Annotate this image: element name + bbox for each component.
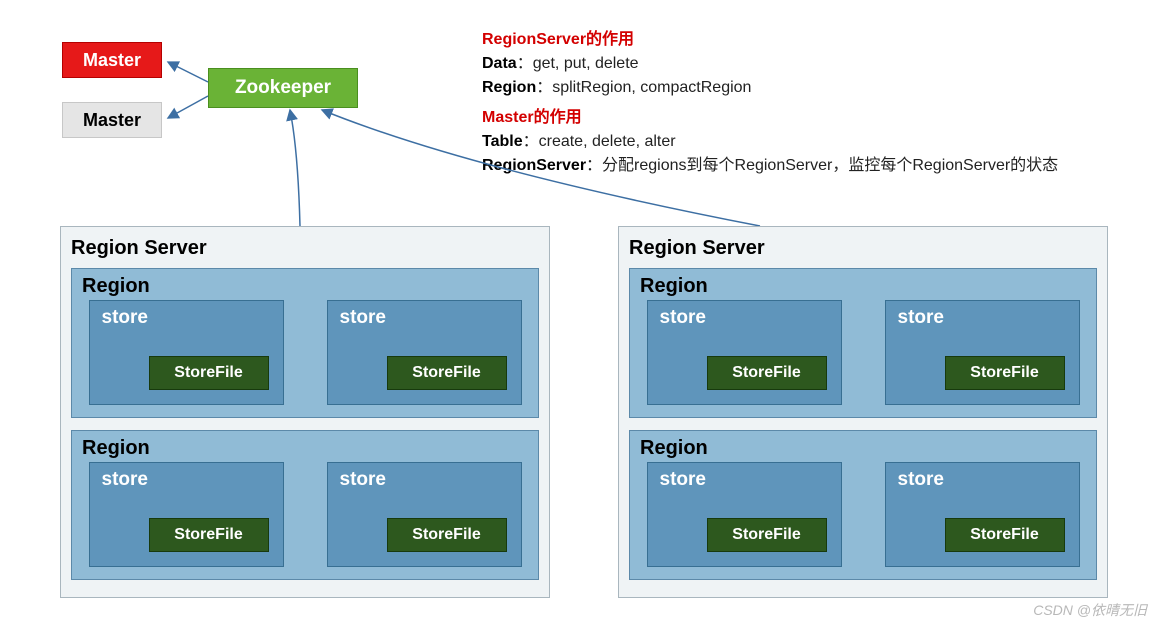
store-title: store [90, 301, 283, 329]
rs-role-heading: RegionServer的作用 [482, 28, 1058, 52]
store-box: store StoreFile [647, 300, 842, 405]
region-box: Region store StoreFile store StoreFile [71, 430, 539, 580]
rs-role-region-line: Region：splitRegion, compactRegion [482, 76, 1058, 100]
store-title: store [886, 463, 1079, 491]
watermark: CSDN @依晴无旧 [1033, 600, 1147, 620]
store-box: store StoreFile [89, 300, 284, 405]
storefile-box: StoreFile [387, 518, 507, 552]
storefile-box: StoreFile [945, 518, 1065, 552]
description-block: RegionServer的作用 Data：get, put, delete Re… [482, 28, 1058, 178]
rs-role-data-line: Data：get, put, delete [482, 52, 1058, 76]
region-server-title: Region Server [71, 237, 539, 260]
store-title: store [648, 463, 841, 491]
store-box: store StoreFile [89, 462, 284, 567]
storefile-box: StoreFile [387, 356, 507, 390]
master-role-table-line: Table：create, delete, alter [482, 130, 1058, 154]
store-title: store [90, 463, 283, 491]
store-title: store [328, 301, 521, 329]
store-box: store StoreFile [647, 462, 842, 567]
region-box: Region store StoreFile store StoreFile [629, 430, 1097, 580]
region-box: Region store StoreFile store StoreFile [71, 268, 539, 418]
region-title: Region [82, 275, 528, 298]
region-server-2: Region Server Region store StoreFile sto… [618, 226, 1108, 598]
storefile-box: StoreFile [945, 356, 1065, 390]
store-title: store [328, 463, 521, 491]
region-title: Region [640, 275, 1086, 298]
region-box: Region store StoreFile store StoreFile [629, 268, 1097, 418]
region-server-1: Region Server Region store StoreFile sto… [60, 226, 550, 598]
region-server-title: Region Server [629, 237, 1097, 260]
zookeeper-label: Zookeeper [235, 77, 331, 99]
storefile-box: StoreFile [149, 356, 269, 390]
zookeeper-box: Zookeeper [208, 68, 358, 108]
store-title: store [648, 301, 841, 329]
store-box: store StoreFile [327, 300, 522, 405]
master-standby-label: Master [83, 110, 141, 131]
master-role-heading: Master的作用 [482, 106, 1058, 130]
master-active-label: Master [83, 50, 141, 71]
store-box: store StoreFile [885, 462, 1080, 567]
storefile-box: StoreFile [707, 518, 827, 552]
store-box: store StoreFile [885, 300, 1080, 405]
store-title: store [886, 301, 1079, 329]
master-active: Master [62, 42, 162, 78]
region-title: Region [640, 437, 1086, 460]
master-standby: Master [62, 102, 162, 138]
store-box: store StoreFile [327, 462, 522, 567]
master-role-rs-line: RegionServer：分配regions到每个RegionServer，监控… [482, 154, 1058, 178]
storefile-box: StoreFile [707, 356, 827, 390]
storefile-box: StoreFile [149, 518, 269, 552]
region-title: Region [82, 437, 528, 460]
